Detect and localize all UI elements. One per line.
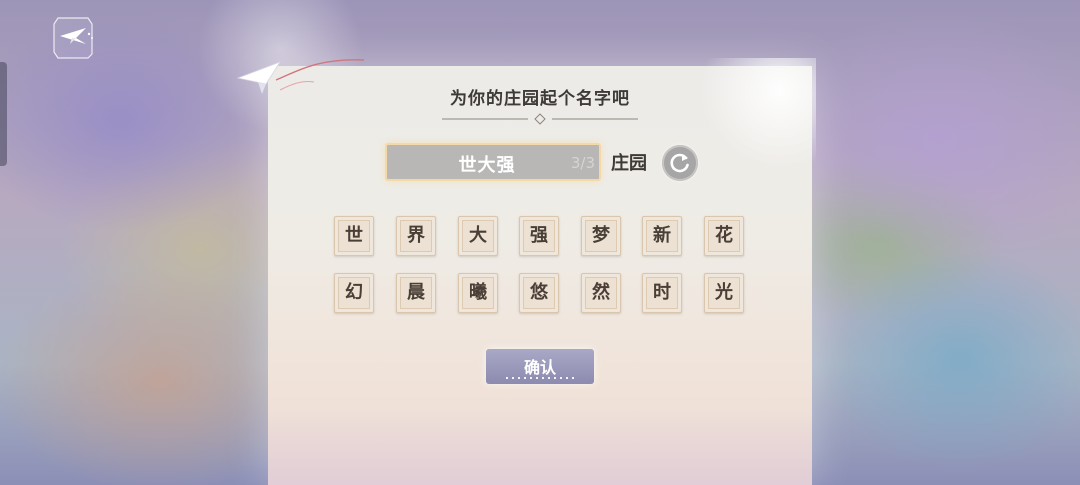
confirm-button-label: 确认: [523, 358, 556, 377]
panel-sheen: [696, 58, 816, 168]
confirm-button-ornament: [506, 377, 574, 379]
confirm-button[interactable]: 确认: [486, 349, 594, 384]
manor-name-value: 世大强: [458, 155, 516, 176]
manor-name-input[interactable]: 世大强 3/3: [385, 143, 601, 181]
character-tile[interactable]: 新: [642, 216, 682, 256]
character-tile[interactable]: 界: [396, 216, 436, 256]
manor-suffix-label: 庄园: [611, 153, 647, 174]
character-tile[interactable]: 时: [642, 273, 682, 313]
character-tile[interactable]: 然: [581, 273, 621, 313]
left-edge-handle[interactable]: [0, 62, 7, 166]
dialog-title: 为你的庄园起个名字吧: [450, 89, 630, 109]
refresh-icon: [670, 153, 689, 173]
character-tile[interactable]: 光: [704, 273, 744, 313]
title-divider: [442, 113, 638, 125]
character-tile[interactable]: 曦: [458, 273, 498, 313]
character-tile[interactable]: 强: [519, 216, 559, 256]
paper-plane-back-icon: [53, 17, 93, 59]
refresh-button[interactable]: [662, 145, 698, 181]
character-tile[interactable]: 幻: [334, 273, 374, 313]
back-button[interactable]: [48, 14, 98, 62]
character-tile[interactable]: 大: [458, 216, 498, 256]
character-count: 3/3: [570, 154, 595, 172]
character-tile[interactable]: 悠: [519, 273, 559, 313]
character-tile[interactable]: 梦: [581, 216, 621, 256]
character-tile[interactable]: 晨: [396, 273, 436, 313]
character-tile[interactable]: 世: [334, 216, 374, 256]
character-tile[interactable]: 花: [704, 216, 744, 256]
